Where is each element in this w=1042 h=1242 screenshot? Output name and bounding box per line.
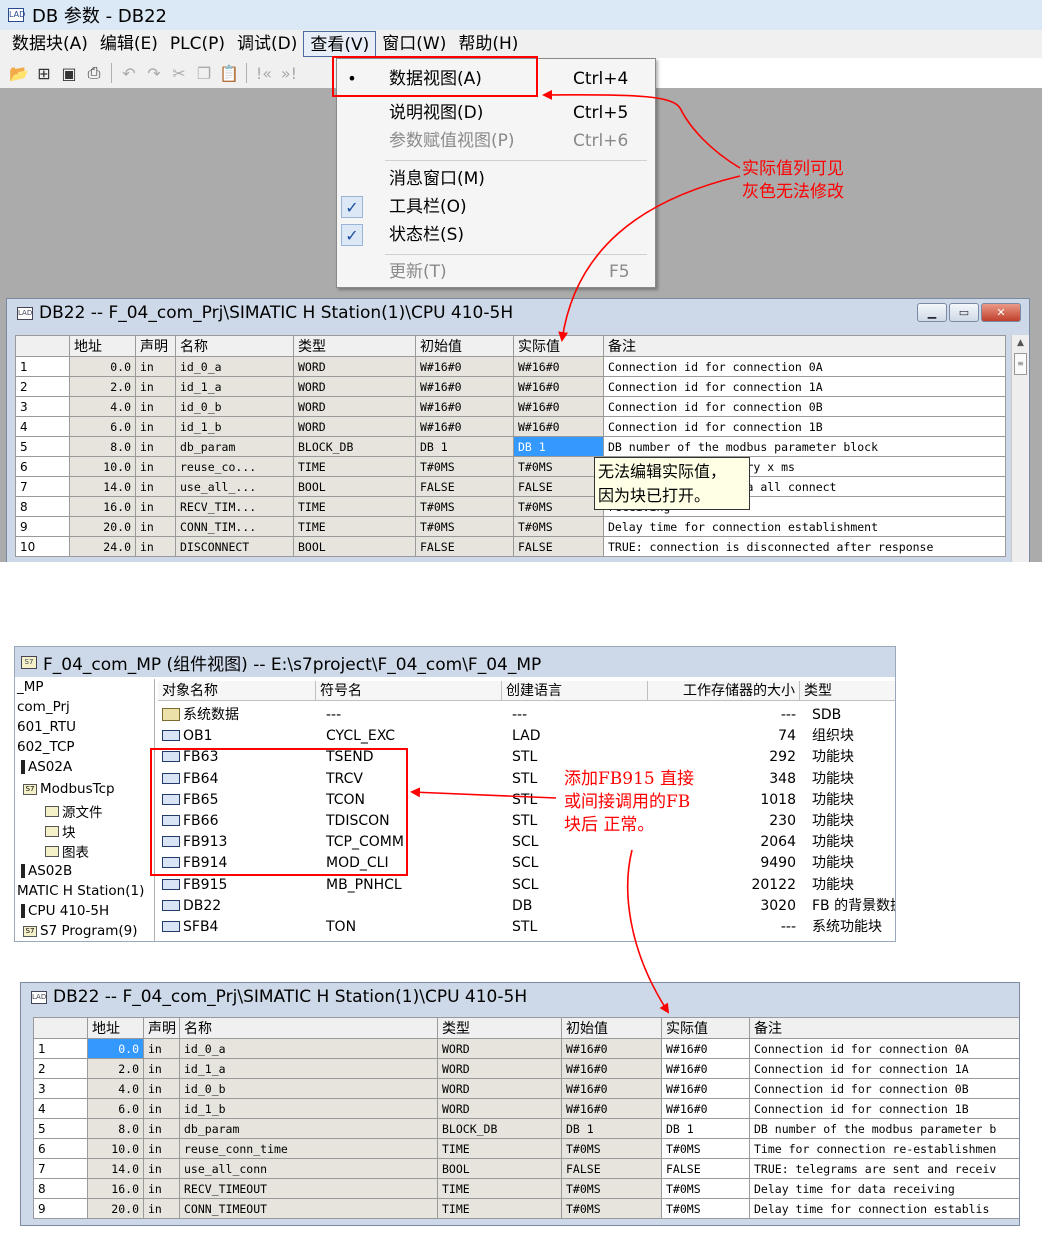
db-table-2-body: 1 0.0 in id_0_a WORD W#16#0 W#16#0 Connection i…	[33, 1038, 1019, 1219]
col-header[interactable]: 初始值	[561, 1017, 662, 1039]
table-cell[interactable]: FALSE	[661, 1158, 750, 1179]
table-cell: W#16#0	[561, 1098, 662, 1119]
col-header[interactable]: 类型	[437, 1017, 562, 1039]
table-cell: 8	[33, 1178, 88, 1199]
table-cell: 4.0	[87, 1078, 144, 1099]
table-cell: in	[143, 1058, 180, 1079]
table-cell: FALSE	[561, 1158, 662, 1179]
table-cell: BLOCK_DB	[437, 1118, 562, 1139]
table-cell: 10.0	[87, 1138, 144, 1159]
table-cell: 2.0	[87, 1058, 144, 1079]
table-cell: 4	[33, 1098, 88, 1119]
arrow-to-actual-value-column-2	[626, 849, 670, 1014]
table-cell: id_1_a	[179, 1058, 438, 1079]
table-cell: T#0MS	[561, 1198, 662, 1219]
col-header[interactable]: 名称	[179, 1017, 438, 1039]
table-cell: WORD	[437, 1098, 562, 1119]
table-cell: 9	[33, 1198, 88, 1219]
table-cell: use_all_conn	[179, 1158, 438, 1179]
table-cell: TIME	[437, 1198, 562, 1219]
table-cell: in	[143, 1158, 180, 1179]
col-header[interactable]	[33, 1017, 88, 1039]
table-cell: WORD	[437, 1078, 562, 1099]
table-cell[interactable]: DB 1	[661, 1118, 750, 1139]
table-row[interactable]: 6 10.0 in reuse_conn_time TIME T#0MS T#0MS Time…	[33, 1138, 1019, 1159]
table-cell: T#0MS	[561, 1138, 662, 1159]
table-cell: Connection id for connection 1A	[749, 1058, 1019, 1079]
table-cell: in	[143, 1118, 180, 1139]
table-cell: 6.0	[87, 1098, 144, 1119]
table-cell: reuse_conn_time	[179, 1138, 438, 1159]
table-cell: 16.0	[87, 1178, 144, 1199]
table-cell: Connection id for connection 0B	[749, 1078, 1019, 1099]
annotation-arrows-bottom	[410, 787, 670, 1014]
table-row[interactable]: 5 8.0 in db_param BLOCK_DB DB 1 DB 1 DB number …	[33, 1118, 1019, 1139]
arrow-to-fb-blocks	[410, 787, 557, 799]
table-row[interactable]: 4 6.0 in id_1_b WORD W#16#0 W#16#0 Connection i…	[33, 1098, 1019, 1119]
table-cell: 0.0	[87, 1038, 144, 1059]
table-cell: DB 1	[561, 1118, 662, 1139]
table-cell: id_0_a	[179, 1038, 438, 1059]
table-cell: 8.0	[87, 1118, 144, 1139]
table-cell: W#16#0	[561, 1058, 662, 1079]
table-cell: DB number of the modbus parameter b	[749, 1118, 1019, 1139]
table-cell: W#16#0	[561, 1078, 662, 1099]
table-row[interactable]: 2 2.0 in id_1_a WORD W#16#0 W#16#0 Connection i…	[33, 1058, 1019, 1079]
table-cell: in	[143, 1178, 180, 1199]
table-cell[interactable]: T#0MS	[661, 1178, 750, 1199]
db-editor-app: LAD DB 参数 - DB22 数据块(A) 编辑(E) PLC(P) 调试(…	[0, 0, 1042, 562]
table-cell: 2	[33, 1058, 88, 1079]
table-cell: 6	[33, 1138, 88, 1159]
table-cell: CONN_TIMEOUT	[179, 1198, 438, 1219]
table-cell: in	[143, 1138, 180, 1159]
table-cell: Delay time for connection establis	[749, 1198, 1019, 1219]
table-cell: id_1_b	[179, 1098, 438, 1119]
db-table-2-header: 地址 声明 名称 类型 初始值 实际值 备注	[33, 1017, 1019, 1039]
table-cell: WORD	[437, 1038, 562, 1059]
table-cell: Time for connection re-establishmen	[749, 1138, 1019, 1159]
col-header[interactable]: 地址	[87, 1017, 144, 1039]
table-cell: in	[143, 1198, 180, 1219]
table-cell: BOOL	[437, 1158, 562, 1179]
table-cell: Connection id for connection 0A	[749, 1038, 1019, 1059]
table-cell: db_param	[179, 1118, 438, 1139]
annotation-arrows-top	[542, 89, 741, 342]
table-cell: RECV_TIMEOUT	[179, 1178, 438, 1199]
table-cell[interactable]: T#0MS	[661, 1138, 750, 1159]
col-header[interactable]: 备注	[749, 1017, 1019, 1039]
table-cell: id_0_b	[179, 1078, 438, 1099]
table-cell[interactable]: W#16#0	[661, 1038, 750, 1059]
table-cell[interactable]: W#16#0	[661, 1078, 750, 1099]
table-row[interactable]: 8 16.0 in RECV_TIMEOUT TIME T#0MS T#0MS Delay t…	[33, 1178, 1019, 1199]
table-cell: in	[143, 1098, 180, 1119]
table-cell: W#16#0	[561, 1038, 662, 1059]
table-cell: 5	[33, 1118, 88, 1139]
table-cell: Delay time for data receiving	[749, 1178, 1019, 1199]
table-row[interactable]: 1 0.0 in id_0_a WORD W#16#0 W#16#0 Connection i…	[33, 1038, 1019, 1059]
table-cell: TIME	[437, 1178, 562, 1199]
table-cell: in	[143, 1078, 180, 1099]
table-row[interactable]: 7 14.0 in use_all_conn BOOL FALSE FALSE TRUE: t…	[33, 1158, 1019, 1179]
table-cell: TRUE: telegrams are sent and receiv	[749, 1158, 1019, 1179]
table-cell: 20.0	[87, 1198, 144, 1219]
table-cell: Connection id for connection 1B	[749, 1098, 1019, 1119]
col-header[interactable]: 实际值	[661, 1017, 750, 1039]
table-cell: WORD	[437, 1058, 562, 1079]
table-cell: TIME	[437, 1138, 562, 1159]
table-cell: 14.0	[87, 1158, 144, 1179]
table-row[interactable]: 9 20.0 in CONN_TIMEOUT TIME T#0MS T#0MS Delay t…	[33, 1198, 1019, 1219]
db-table-2: 地址 声明 名称 类型 初始值 实际值 备注 1 0.0 in id_0_a WORD W#16#0 W…	[33, 1017, 1019, 1219]
table-cell: 7	[33, 1158, 88, 1179]
table-cell: in	[143, 1038, 180, 1059]
table-row[interactable]: 3 4.0 in id_0_b WORD W#16#0 W#16#0 Connection i…	[33, 1078, 1019, 1099]
table-cell: 1	[33, 1038, 88, 1059]
table-cell[interactable]: T#0MS	[661, 1198, 750, 1219]
arrow-to-data-view	[542, 89, 741, 169]
table-cell[interactable]: W#16#0	[661, 1098, 750, 1119]
col-header[interactable]: 声明	[143, 1017, 180, 1039]
table-cell[interactable]: W#16#0	[661, 1058, 750, 1079]
arrow-to-actual-value-column	[558, 175, 741, 342]
table-cell: 3	[33, 1078, 88, 1099]
table-cell: T#0MS	[561, 1178, 662, 1199]
